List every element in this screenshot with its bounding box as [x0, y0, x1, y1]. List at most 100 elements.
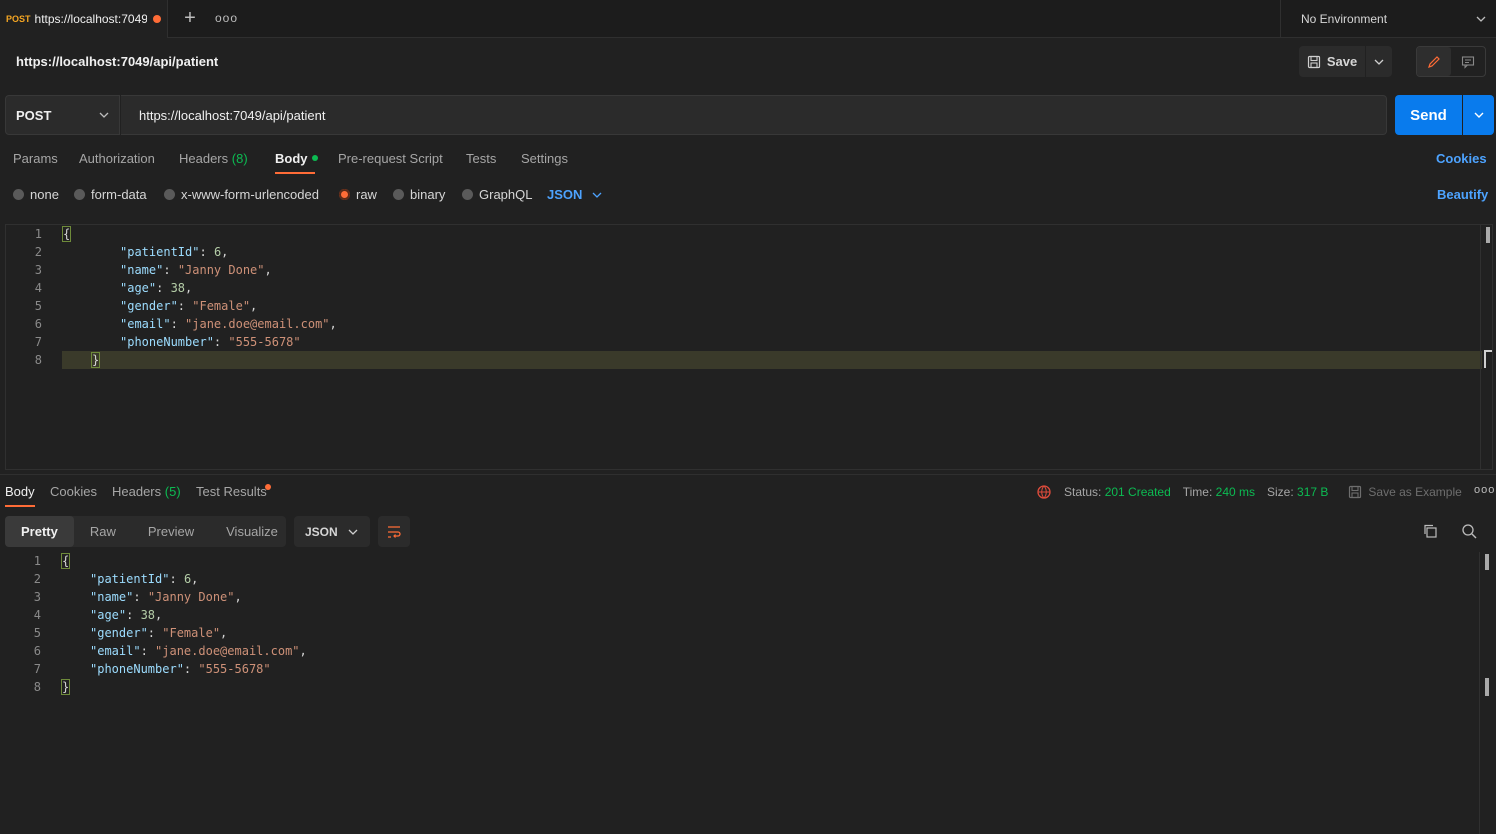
tab-headers-count: (8): [231, 151, 248, 166]
line-number: 6: [34, 317, 42, 331]
radio-circle: [462, 189, 473, 200]
time-value: 240 ms: [1215, 485, 1256, 499]
radio-circle: [164, 189, 175, 200]
tab-body-label: Body: [275, 151, 308, 166]
search-icon[interactable]: [1461, 523, 1477, 539]
view-preview[interactable]: Preview: [132, 516, 210, 547]
environment-select[interactable]: No Environment: [1280, 0, 1496, 38]
line-number: 3: [33, 590, 41, 604]
comment-icon: [1461, 55, 1475, 69]
save-button[interactable]: Save: [1299, 46, 1365, 77]
view-pretty[interactable]: Pretty: [5, 516, 74, 547]
response-meta: Status: 201 Created Time: 240 ms Size: 3…: [1036, 484, 1462, 500]
tab-settings[interactable]: Settings: [521, 151, 568, 166]
request-title[interactable]: https://localhost:7049/api/patient: [16, 54, 218, 69]
save-as-example-button[interactable]: Save as Example: [1348, 485, 1462, 499]
line-number: 1: [34, 227, 42, 241]
chevron-down-icon: [1374, 59, 1384, 65]
code-line: "email": "jane.doe@email.com",: [90, 644, 307, 658]
code-line: "patientId": 6,: [120, 245, 229, 259]
radio-binary[interactable]: binary: [393, 187, 445, 202]
response-viewer-scrollbar[interactable]: [1479, 552, 1491, 834]
time-text[interactable]: Time: 240 ms: [1183, 485, 1255, 499]
send-button[interactable]: Send: [1395, 95, 1462, 135]
edit-mode-button[interactable]: [1417, 47, 1451, 76]
chevron-down-icon: [1474, 112, 1484, 118]
response-tab-cookies[interactable]: Cookies: [50, 484, 97, 499]
pencil-icon: [1427, 55, 1441, 69]
radio-label: x-www-form-urlencoded: [181, 187, 319, 202]
view-raw[interactable]: Raw: [74, 516, 132, 547]
tab-body[interactable]: Body: [275, 151, 318, 166]
line-number: 7: [34, 335, 42, 349]
code-line: "age": 38,: [90, 608, 163, 622]
method-select[interactable]: POST: [5, 95, 120, 135]
active-line-highlight: [62, 351, 1482, 369]
test-results-dot: [265, 484, 271, 490]
url-input[interactable]: https://localhost:7049/api/patient: [121, 95, 1387, 135]
status-text[interactable]: Status: 201 Created: [1064, 485, 1171, 499]
body-format-select[interactable]: JSON: [547, 187, 602, 202]
radio-form-data[interactable]: form-data: [74, 187, 147, 202]
line-number: 4: [34, 281, 42, 295]
code-line: "phoneNumber": "555-5678": [120, 335, 301, 349]
line-number: 5: [34, 299, 42, 313]
view-visualize[interactable]: Visualize: [210, 516, 294, 547]
tab-headers-label: Headers: [179, 151, 229, 166]
send-dropdown-button[interactable]: [1463, 95, 1494, 135]
size-text[interactable]: Size: 317 B: [1267, 485, 1328, 499]
code-line: "patientId": 6,: [90, 572, 199, 586]
comments-button[interactable]: [1451, 47, 1485, 76]
request-body-editor[interactable]: 1 2 3 4 5 6 7 8 { "patientId": 6, "name"…: [5, 224, 1493, 470]
response-tab-headers-label: Headers: [112, 484, 162, 499]
new-tab-plus-icon[interactable]: +: [180, 8, 200, 28]
code-line: "age": 38,: [120, 281, 193, 295]
radio-none[interactable]: none: [13, 187, 59, 202]
tab-authorization[interactable]: Authorization: [79, 151, 155, 166]
line-number: 2: [34, 245, 42, 259]
response-body-viewer[interactable]: 1 2 3 4 5 6 7 8 { "patientId": 6, "name"…: [5, 552, 1493, 834]
scrollbar-thumb[interactable]: [1485, 554, 1489, 570]
radio-x-www-form-urlencoded[interactable]: x-www-form-urlencoded: [164, 187, 319, 202]
response-tab-headers-count: (5): [164, 484, 181, 499]
line-number: 8: [33, 680, 41, 694]
copy-icon[interactable]: [1422, 523, 1438, 539]
code-close-brace: }: [60, 679, 71, 695]
radio-graphql[interactable]: GraphQL: [462, 187, 532, 202]
response-tab-body[interactable]: Body: [5, 484, 35, 499]
radio-circle: [393, 189, 404, 200]
request-tab-method: POST: [6, 14, 31, 24]
radio-circle: [74, 189, 85, 200]
scrollbar-thumb[interactable]: [1486, 227, 1490, 243]
response-more-icon[interactable]: ooo: [1474, 484, 1495, 496]
save-dropdown-button[interactable]: [1366, 46, 1392, 77]
globe-icon[interactable]: [1036, 484, 1052, 500]
cookies-link[interactable]: Cookies: [1436, 151, 1487, 166]
line-number: 7: [33, 662, 41, 676]
environment-label: No Environment: [1301, 12, 1388, 26]
chevron-down-icon: [99, 112, 109, 118]
wrap-lines-button[interactable]: [378, 516, 410, 547]
request-tab[interactable]: POST https://localhost:7049/api/patient: [0, 0, 168, 38]
more-tabs-icon[interactable]: ooo: [215, 8, 237, 28]
code-line: "phoneNumber": "555-5678": [90, 662, 271, 676]
request-editor-scrollbar[interactable]: [1480, 225, 1492, 469]
request-tab-url: https://localhost:7049/api/patient: [34, 12, 147, 26]
tab-pre-request-script[interactable]: Pre-request Script: [338, 151, 443, 166]
tab-tests[interactable]: Tests: [466, 151, 496, 166]
chevron-down-icon: [348, 529, 358, 535]
tab-params[interactable]: Params: [13, 151, 58, 166]
floppy-disk-icon: [1348, 485, 1362, 499]
chevron-down-icon: [1476, 16, 1486, 22]
line-number: 3: [34, 263, 42, 277]
response-tab-test-results[interactable]: Test Results: [196, 484, 267, 499]
radio-label: GraphQL: [479, 187, 533, 202]
line-number: 6: [33, 644, 41, 658]
scrollbar-marker: [1485, 678, 1489, 696]
radio-raw[interactable]: raw: [339, 187, 377, 202]
pane-divider[interactable]: [0, 474, 1496, 475]
response-tab-headers[interactable]: Headers (5): [112, 484, 181, 499]
response-format-select[interactable]: JSON: [294, 516, 370, 547]
beautify-link[interactable]: Beautify: [1437, 187, 1488, 202]
tab-headers[interactable]: Headers (8): [179, 151, 248, 166]
